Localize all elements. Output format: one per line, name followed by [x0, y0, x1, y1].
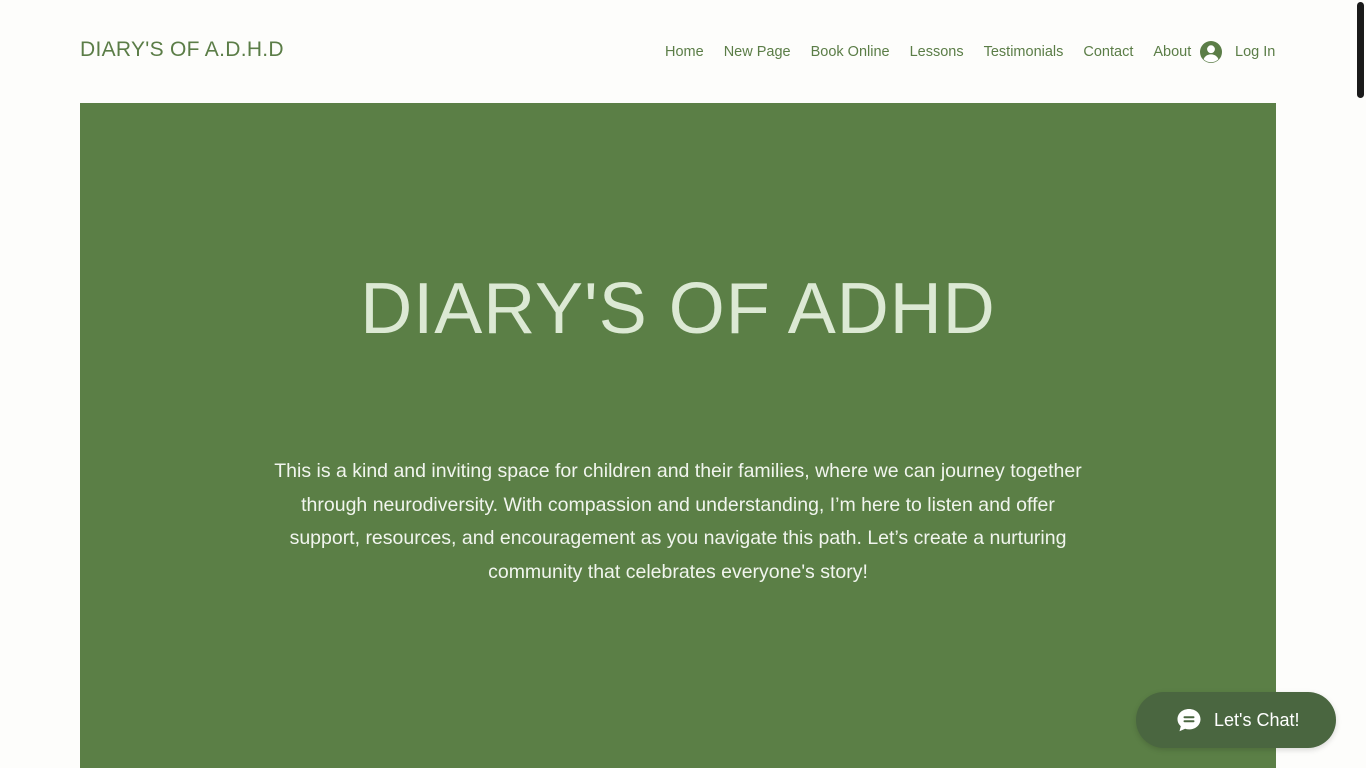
nav-item-new-page[interactable]: New Page: [714, 44, 801, 60]
login-label: Log In: [1235, 44, 1276, 60]
hero-section: DIARY'S OF ADHD This is a kind and invit…: [80, 103, 1276, 768]
nav-item-contact[interactable]: Contact: [1073, 44, 1143, 60]
site-header: DIARY'S OF A.D.H.D Home New Page Book On…: [0, 0, 1356, 103]
main-nav: Home New Page Book Online Lessons Testim…: [655, 42, 1201, 62]
login-button[interactable]: Log In: [1199, 40, 1275, 64]
page: DIARY'S OF A.D.H.D Home New Page Book On…: [0, 0, 1366, 768]
nav-item-lessons[interactable]: Lessons: [900, 44, 974, 60]
chat-bubble-icon: [1177, 709, 1201, 732]
user-circle-icon: [1200, 41, 1222, 63]
scrollbar-thumb[interactable]: [1357, 2, 1364, 98]
nav-item-testimonials[interactable]: Testimonials: [974, 44, 1074, 60]
hero-description: This is a kind and inviting space for ch…: [274, 460, 1082, 583]
chat-label: Let's Chat!: [1214, 709, 1300, 730]
scrollbar-track[interactable]: [1356, 0, 1366, 768]
nav-item-book-online[interactable]: Book Online: [801, 44, 900, 60]
site-title[interactable]: DIARY'S OF A.D.H.D: [80, 38, 284, 62]
chat-button[interactable]: Let's Chat!: [1136, 692, 1336, 748]
nav-item-home[interactable]: Home: [655, 44, 714, 60]
hero-title: DIARY'S OF ADHD: [360, 269, 996, 349]
nav-item-about[interactable]: About: [1143, 44, 1201, 60]
